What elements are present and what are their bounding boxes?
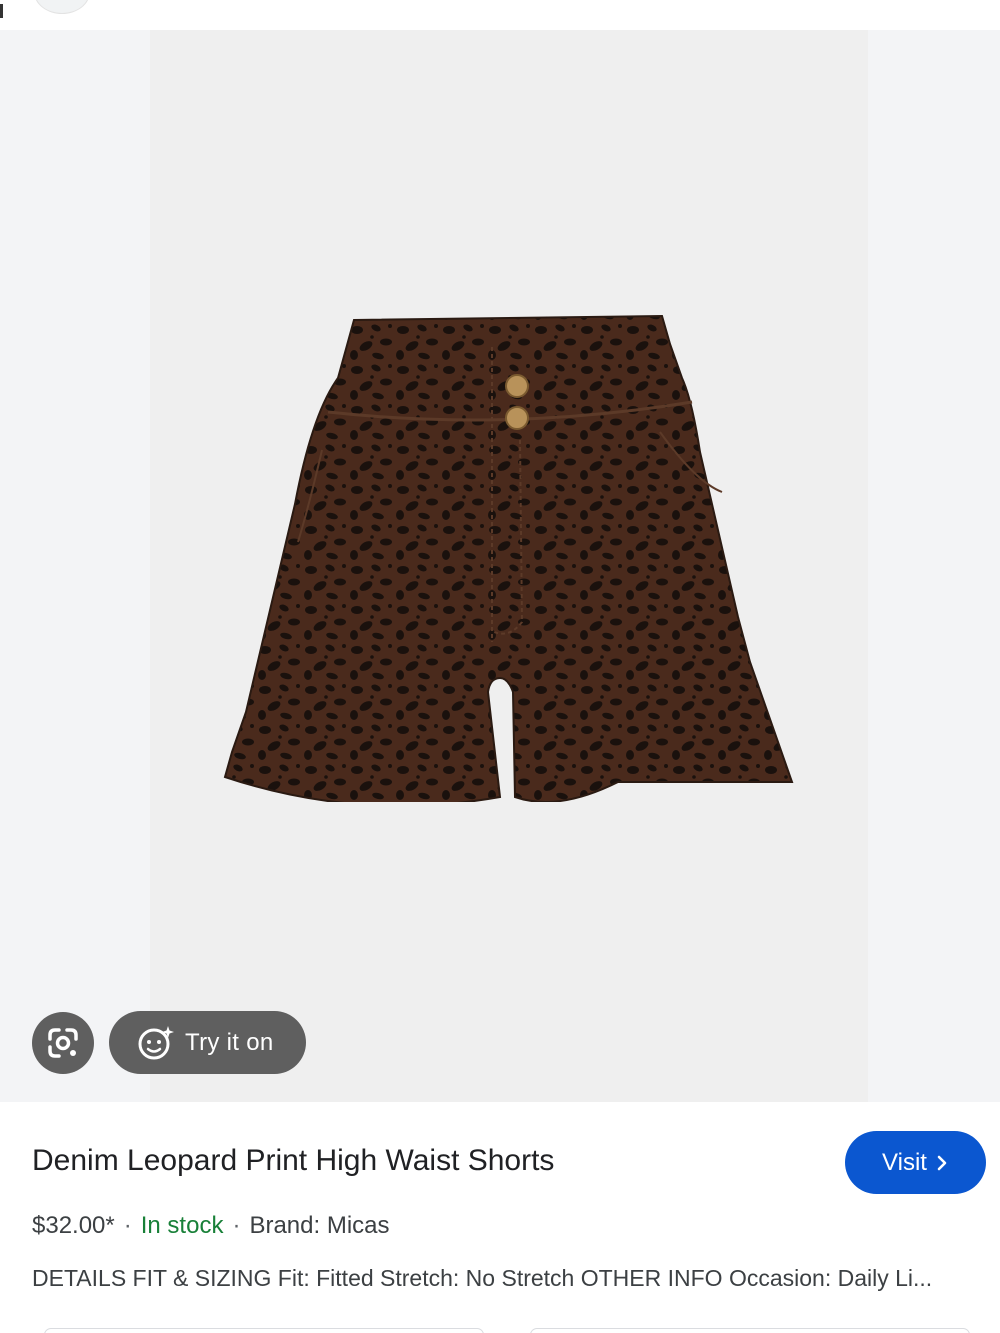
stock-status: In stock [140,1212,224,1239]
meta-separator: · [123,1212,132,1239]
viewer-right-panel [868,30,1000,1102]
google-lens-button[interactable] [32,1012,94,1074]
try-it-on-label: Try it on [185,1028,274,1056]
product-info-panel: Denim Leopard Print High Waist Shorts Vi… [0,1102,1000,1333]
viewer-left-panel [0,30,150,1102]
product-title: Denim Leopard Print High Waist Shorts [32,1144,555,1177]
chevron-right-icon [935,1154,949,1172]
product-brand: Brand: Micas [249,1212,390,1239]
edge-indicator [0,4,3,18]
product-meta-row: $32.00* · In stock · Brand: Micas [32,1212,390,1240]
product-image-shorts[interactable] [210,282,810,802]
google-lens-icon [48,1028,78,1058]
product-price: $32.00* [32,1212,115,1239]
top-strip [0,0,1000,30]
meta-separator: · [232,1212,241,1239]
product-description: DETAILS FIT & SIZING Fit: Fitted Stretch… [32,1265,933,1291]
related-card[interactable] [44,1328,484,1333]
visit-label: Visit [882,1148,927,1176]
face-sparkle-icon [138,1025,174,1059]
top-circular-button[interactable] [34,0,90,14]
try-it-on-button[interactable]: Try it on [109,1011,306,1074]
visit-button[interactable]: Visit [845,1131,986,1194]
related-card[interactable] [530,1328,970,1333]
